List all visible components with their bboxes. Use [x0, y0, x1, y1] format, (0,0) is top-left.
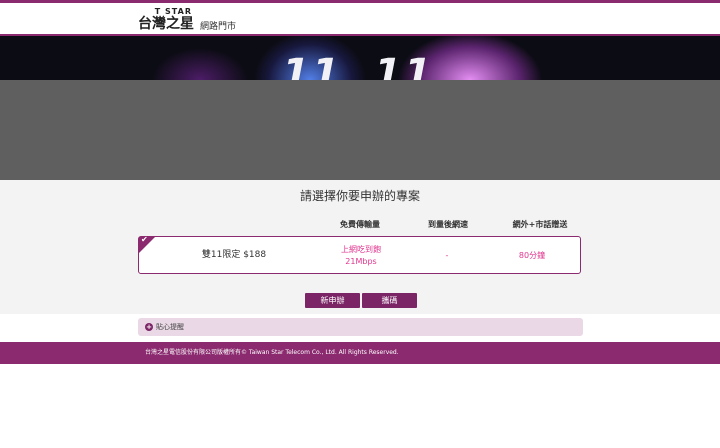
- copyright-text: 台灣之星電信股份有限公司版權所有© Taiwan Star Telecom Co…: [145, 349, 399, 356]
- banner-placeholder: [0, 80, 720, 180]
- logo-zh-text: 台灣之星: [138, 16, 194, 32]
- new-apply-button[interactable]: 新申辦: [305, 293, 360, 308]
- plan-data-line1: 上網吃到飽: [341, 245, 381, 254]
- plan-name: 雙11限定 $188: [201, 250, 267, 260]
- column-header-data: 免費傳輸量: [340, 220, 380, 229]
- banner-digits-left: 11: [282, 51, 342, 80]
- promo-banner[interactable]: 11 11: [0, 36, 720, 80]
- plan-option-card[interactable]: ✔ 雙11限定 $188 上網吃到飽 21Mbps - 80分鐘: [138, 235, 581, 274]
- plus-icon: +: [145, 323, 153, 331]
- site-footer: 台灣之星電信股份有限公司版權所有© Taiwan Star Telecom Co…: [0, 342, 720, 364]
- check-icon: ✔: [141, 235, 148, 244]
- notice-label: 貼心提醒: [156, 323, 184, 331]
- plan-free-minutes: 80分鐘: [518, 251, 546, 260]
- port-in-button[interactable]: 攜碼: [362, 293, 417, 308]
- plan-speed-after: -: [445, 251, 449, 260]
- store-name: 網路門市: [200, 22, 237, 32]
- site-header: T STAR 台灣之星 網路門市: [0, 3, 720, 34]
- tstar-logo[interactable]: T STAR 台灣之星: [138, 7, 194, 33]
- logo-en-text: T STAR: [154, 7, 192, 16]
- column-header-speed: 到量後網速: [428, 220, 468, 229]
- page-title: 請選擇你要申辦的專案: [299, 189, 420, 203]
- column-header-minutes: 網外+市話贈送: [512, 220, 568, 229]
- notice-accordion[interactable]: + 貼心提醒: [138, 318, 583, 336]
- plan-data-line2: 21Mbps: [345, 257, 377, 266]
- banner-digits-right: 11: [374, 51, 434, 80]
- plan-data-cell: 上網吃到飽 21Mbps: [331, 244, 391, 268]
